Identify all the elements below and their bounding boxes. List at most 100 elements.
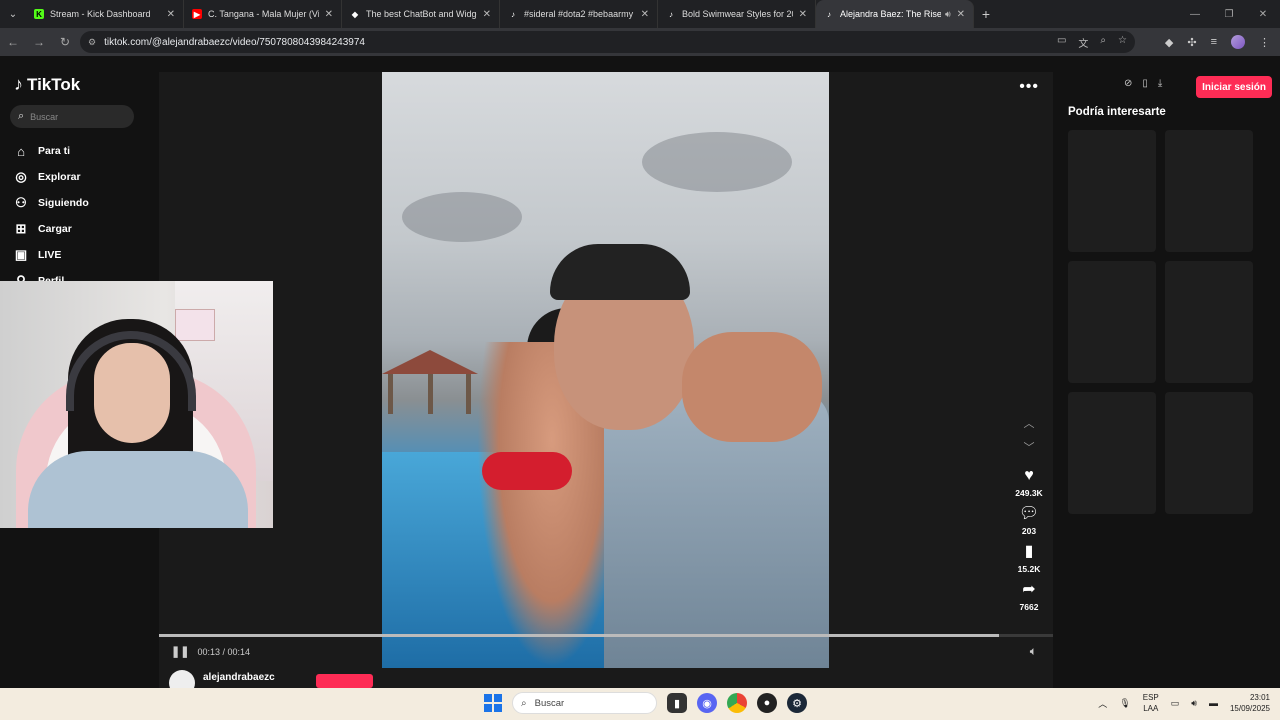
back-icon[interactable]: ← [0,35,26,49]
sidebar-item-cargar[interactable]: ⊞ Cargar [12,216,152,242]
windows-start-icon[interactable] [484,694,502,712]
like-button[interactable]: ♥ 249.3K [1015,466,1042,498]
puzzle-icon[interactable]: ✣ [1187,36,1196,49]
tab-search-button[interactable]: ⌄ [0,0,26,28]
save-button[interactable]: ▮ 15.2K [1018,542,1041,574]
file-explorer-icon[interactable]: ▮ [667,693,687,713]
action-bar: ︿ ﹀ ♥ 249.3K 💬︎ 203 ▮ 15.2K ➦ 7662 [1007,412,1051,612]
restore-icon[interactable]: ❐ [1212,9,1246,20]
battery-icon[interactable]: ▬ [1209,698,1218,708]
recommend-thumb[interactable] [1165,261,1253,383]
microphone-icon[interactable]: 🎙︎ [1119,698,1130,709]
extension-icon[interactable]: ◆ [1165,36,1173,49]
playback-controls: ❚❚ 00:13 / 00:14 [171,645,250,658]
url-field[interactable]: ⚙ tiktok.com/@alejandrabaezc/video/75078… [80,31,1135,53]
tab-bar: ⌄ K Stream - Kick Dashboard ✕ ▶ C. Tanga… [0,0,1280,28]
search-input[interactable]: ⌕ Buscar [10,105,134,128]
steam-icon[interactable]: ⚙ [787,693,807,713]
tiktok-logo[interactable]: ♪ TikTok [14,74,80,95]
site-info-icon[interactable]: ⚙ [88,37,96,48]
search-icon: ⌕ [521,697,527,709]
share-icon: ➦ [1022,581,1036,598]
recommend-thumb[interactable] [1068,261,1156,383]
device-icon[interactable]: ▯ [1142,78,1148,89]
volume-icon[interactable]: 🔈︎ [1030,644,1037,659]
chrome-icon[interactable] [727,693,747,713]
recommend-thumb[interactable] [1165,392,1253,514]
search-placeholder: Buscar [30,111,59,122]
media-icon[interactable]: ≡ [1211,36,1217,48]
comment-count: 203 [1021,526,1037,536]
language-indicator[interactable]: ESP LAA [1143,692,1159,714]
login-button[interactable]: Iniciar sesión [1196,76,1272,98]
close-icon[interactable]: ✕ [641,9,649,20]
tab-title: C. Tangana - Mala Mujer (Video [208,9,319,19]
download-icon[interactable]: ⤓ [1158,78,1162,89]
zoom-icon[interactable]: ⌕ [1100,35,1106,50]
system-tray: ︿ 🎙︎ ESP LAA ▭ 🔊︎ ▬ 23:01 15/09/2025 [1098,692,1270,714]
comment-button[interactable]: 💬︎ 203 [1019,504,1039,536]
logo-text: TikTok [27,74,81,94]
sidebar-item-para-ti[interactable]: ⌂ Para ti [12,138,152,164]
gazebo [382,350,478,414]
taskbar: ⌕ Buscar ▮ ◉ ● ⚙ ︿ 🎙︎ ESP LAA ▭ 🔊︎ ▬ 23:… [0,688,1280,720]
taskbar-search[interactable]: ⌕ Buscar [512,692,657,714]
tab-5-active[interactable]: ♪ Alejandra Baez: The Rise of 🔊︎ ✕ [816,0,974,28]
new-tab-button[interactable]: + [974,6,998,22]
reload-icon[interactable]: ↻ [52,35,78,49]
menu-icon[interactable]: ⋮ [1259,36,1270,49]
chevron-up-icon[interactable]: ︿ [1024,412,1035,436]
compass-icon[interactable]: ⊘ [1124,78,1132,89]
tab-4[interactable]: ♪ Bold Swimwear Styles for 2025 ✕ [658,0,816,28]
bookmark-star-icon[interactable]: ☆ [1118,35,1127,50]
speaker-icon[interactable]: 🔊︎ [945,9,951,20]
follow-button[interactable] [316,674,373,688]
recommend-thumb[interactable] [1068,392,1156,514]
tab-0[interactable]: K Stream - Kick Dashboard ✕ [26,0,184,28]
video-player[interactable]: ••• ︿ ﹀ ♥ 249.3K 💬︎ 203 ▮ 15.2K ➦ 7662 ❚… [159,72,1053,688]
more-options-icon[interactable]: ••• [1019,78,1039,96]
minimize-icon[interactable]: — [1178,9,1212,20]
chevron-down-icon[interactable]: ﹀ [1024,436,1035,460]
cast-icon[interactable]: ▭ [1057,35,1066,50]
video-frame[interactable] [382,72,829,668]
recommend-grid [1068,130,1253,514]
profile-avatar[interactable] [1231,35,1245,49]
sidebar-item-explorar[interactable]: ◎ Explorar [12,164,152,190]
lang-bottom: LAA [1143,704,1159,713]
cloud-shape [402,192,522,242]
volume-icon[interactable]: 🔊︎ [1191,698,1197,709]
close-icon[interactable]: ✕ [325,9,333,20]
network-icon[interactable]: ▭ [1171,698,1180,709]
search-icon: ⌕ [18,110,25,122]
like-count: 249.3K [1015,488,1043,498]
obs-icon[interactable]: ● [757,693,777,713]
person-hand [682,332,822,442]
sidebar-item-siguiendo[interactable]: ⚇ Siguiendo [12,190,152,216]
author-username[interactable]: alejandrabaezc [203,672,275,683]
comment-icon: 💬︎ [1018,505,1040,522]
close-window-icon[interactable]: ✕ [1246,9,1280,20]
address-bar-row: ← → ↻ ⚙ tiktok.com/@alejandrabaezc/video… [0,28,1280,56]
discord-icon[interactable]: ◉ [697,693,717,713]
tab-2[interactable]: ◆ The best ChatBot and Widgets ✕ [342,0,500,28]
close-icon[interactable]: ✕ [957,9,965,20]
close-icon[interactable]: ✕ [799,9,807,20]
clock[interactable]: 23:01 15/09/2025 [1230,692,1270,714]
close-icon[interactable]: ✕ [483,9,491,20]
recommend-thumb[interactable] [1165,130,1253,252]
progress-bar[interactable] [159,634,1053,637]
pause-icon[interactable]: ❚❚ [171,645,189,658]
recommend-thumb[interactable] [1068,130,1156,252]
tray-overflow-icon[interactable]: ︿ [1098,697,1107,710]
share-button[interactable]: ➦ 7662 [1020,580,1039,612]
translate-icon[interactable]: 文 [1078,35,1088,50]
forward-icon[interactable]: → [26,35,52,49]
sidebar-item-live[interactable]: ▣ LIVE [12,242,152,268]
diamond-icon: ◆ [351,9,359,19]
close-icon[interactable]: ✕ [167,9,175,20]
tab-title: Alejandra Baez: The Rise of [840,9,941,19]
right-column: ⊘ ▯ ⤓ Iniciar sesión Podría interesarte [1060,72,1280,688]
tab-1[interactable]: ▶ C. Tangana - Mala Mujer (Video ✕ [184,0,342,28]
tab-3[interactable]: ♪ #sideral #dota2 #bebaarmy #s ✕ [500,0,658,28]
